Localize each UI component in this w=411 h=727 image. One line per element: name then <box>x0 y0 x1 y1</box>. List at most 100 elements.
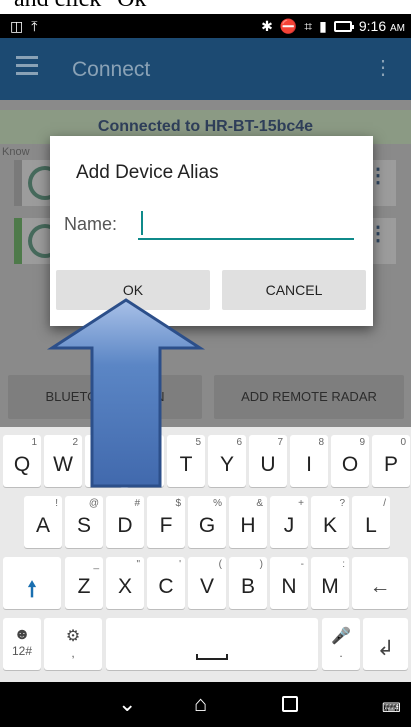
emoji-icon: ☻ <box>13 626 31 643</box>
annotation-arrow-icon <box>46 298 206 488</box>
key-m[interactable]: :M <box>311 557 349 609</box>
shift-arrow-icon: 🠕 <box>27 578 37 601</box>
recent-apps-icon[interactable] <box>282 696 298 712</box>
settings-gear-icon: ⚙ <box>65 628 81 645</box>
key-a[interactable]: ! A <box>24 496 62 548</box>
period-label: . <box>339 646 343 660</box>
key-label: I <box>306 453 312 476</box>
text-cursor <box>141 211 143 235</box>
enter-return-icon: ↲ <box>376 637 395 660</box>
key-label: Z <box>77 575 91 598</box>
key-alt-label: + <box>298 498 304 509</box>
key-g[interactable]: % G <box>188 496 226 548</box>
name-label: Name: <box>64 214 118 234</box>
symbols-label: 12# <box>11 644 33 658</box>
key-label: S <box>76 514 91 537</box>
page-title: Connect <box>72 58 151 81</box>
key-alt-label: ! <box>55 498 58 509</box>
key-h[interactable]: & H <box>229 496 267 548</box>
key-alt-label: ) <box>259 559 263 570</box>
key-p[interactable]: 0P <box>372 435 410 487</box>
key-label: C <box>158 575 174 598</box>
key-alt-label: - <box>300 559 304 570</box>
microphone-icon: 🎤 <box>331 628 351 645</box>
key-z[interactable]: _ Z <box>65 557 103 609</box>
key-q[interactable]: 1Q <box>3 435 41 487</box>
screen-mirror-icon: ◫ <box>10 18 24 34</box>
symbols-key[interactable]: ☻ 12# <box>3 618 41 670</box>
shift-key[interactable]: 🠕 <box>3 557 61 609</box>
key-o[interactable]: 9O <box>331 435 369 487</box>
key-label: O <box>341 453 359 476</box>
key-label: F <box>159 514 173 537</box>
enter-key[interactable]: ↲ <box>363 618 408 670</box>
key-n[interactable]: -N <box>270 557 308 609</box>
name-input[interactable] <box>138 208 354 240</box>
key-alt-label: " <box>136 559 140 570</box>
key-alt-label: _ <box>93 559 99 570</box>
key-c[interactable]: ' C <box>147 557 185 609</box>
key-label: Y <box>219 453 234 476</box>
backspace-arrow-icon: ← <box>369 575 391 598</box>
key-b[interactable]: ) B <box>229 557 267 609</box>
backspace-key[interactable]: ← <box>352 557 408 609</box>
key-alt-label: 9 <box>359 437 365 448</box>
key-alt-label: % <box>213 498 222 509</box>
caption-text: and click "Ok" <box>14 0 156 13</box>
instruction-caption: and click "Ok" <box>0 0 411 14</box>
cancel-button[interactable]: CANCEL <box>222 270 366 310</box>
key-alt-label: 1 <box>31 437 37 448</box>
key-u[interactable]: 7U <box>249 435 287 487</box>
upload-icon: ⤒ <box>31 18 38 34</box>
wifi-icon: ⌗ <box>304 18 313 34</box>
clock-ampm: AM <box>390 23 405 34</box>
back-chevron-icon[interactable]: ⌄ <box>118 692 136 716</box>
key-label: V <box>199 575 214 598</box>
key-v[interactable]: (V <box>188 557 226 609</box>
battery-icon <box>333 20 354 32</box>
key-j[interactable]: + J <box>270 496 308 548</box>
key-alt-label: $ <box>175 498 181 509</box>
key-d[interactable]: # D <box>106 496 144 548</box>
comma-key[interactable]: ⚙ , <box>44 618 102 670</box>
known-devices-label: Know <box>2 146 30 158</box>
bluetooth-icon: ✱ <box>261 18 273 34</box>
key-i[interactable]: 8I <box>290 435 328 487</box>
do-not-disturb-icon: ⛔ <box>279 18 298 34</box>
period-key[interactable]: 🎤 . <box>322 618 360 670</box>
hamburger-menu-icon[interactable] <box>16 56 38 78</box>
clock: 9:16 AM <box>359 18 405 34</box>
key-alt-label: 6 <box>236 437 242 448</box>
clock-time: 9:16 <box>358 18 387 34</box>
system-nav-bar: ⌄ ⌂ ⌨ <box>0 682 411 727</box>
key-alt-label: ( <box>218 559 222 570</box>
add-remote-radar-button[interactable]: ADD REMOTE RADAR <box>214 375 404 419</box>
overflow-menu-icon[interactable]: ⋮ <box>373 58 393 78</box>
key-label: G <box>198 514 216 537</box>
key-label: K <box>322 514 337 537</box>
key-l[interactable]: / L <box>352 496 390 548</box>
key-alt-label: ? <box>339 498 345 509</box>
key-s[interactable]: @ S <box>65 496 103 548</box>
key-alt-label: ' <box>179 559 181 570</box>
key-alt-label: : <box>342 559 345 570</box>
space-bar-icon <box>196 654 228 660</box>
key-alt-label: & <box>256 498 263 509</box>
key-k[interactable]: ? K <box>311 496 349 548</box>
space-bar-key[interactable] <box>106 618 318 670</box>
key-label: X <box>117 575 132 598</box>
keyboard-switch-icon[interactable]: ⌨ <box>382 696 401 720</box>
dialog-title: Add Device Alias <box>76 162 219 183</box>
key-f[interactable]: $ F <box>147 496 185 548</box>
key-x[interactable]: " X <box>106 557 144 609</box>
key-alt-label: @ <box>88 498 99 509</box>
key-label: N <box>281 575 297 598</box>
home-icon[interactable]: ⌂ <box>194 692 207 716</box>
key-label: J <box>283 514 295 537</box>
app-bar: Connect ⋮ <box>0 38 411 100</box>
key-y[interactable]: 6Y <box>208 435 246 487</box>
comma-label: , <box>71 646 75 660</box>
key-alt-label: 7 <box>277 437 283 448</box>
signal-icon: ▮ <box>319 18 327 34</box>
key-alt-label: # <box>134 498 140 509</box>
